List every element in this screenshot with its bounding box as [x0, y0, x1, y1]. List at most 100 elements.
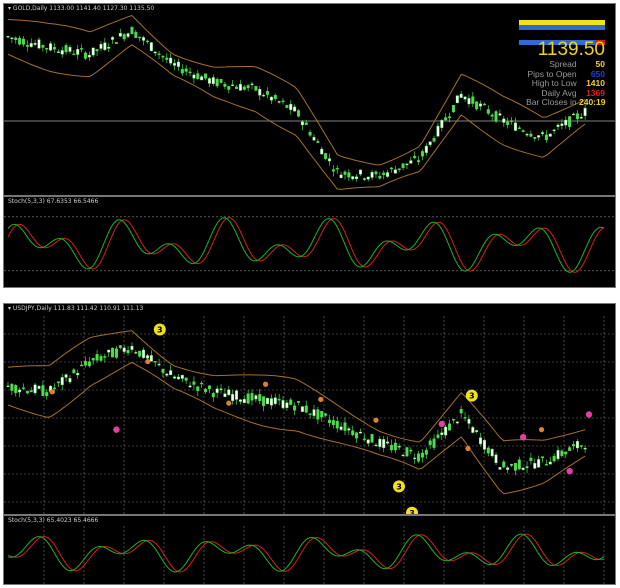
candle	[432, 438, 436, 448]
candle	[246, 85, 250, 89]
candle	[258, 88, 262, 96]
candle	[273, 94, 277, 100]
candle	[471, 96, 475, 104]
candle	[432, 138, 436, 142]
candle	[537, 459, 541, 468]
candle	[513, 463, 517, 471]
candle	[424, 449, 428, 455]
candle	[506, 121, 510, 125]
candle	[451, 419, 455, 421]
candle	[157, 363, 161, 366]
candle	[64, 374, 68, 378]
candle	[235, 86, 239, 89]
candle	[83, 52, 87, 59]
candle	[362, 438, 366, 440]
candle	[211, 393, 215, 398]
candle	[355, 176, 359, 180]
candle	[215, 388, 219, 393]
candle	[37, 385, 41, 389]
candle	[10, 37, 14, 39]
candle	[114, 42, 118, 44]
candle	[568, 447, 572, 451]
candle	[327, 419, 331, 424]
candle	[87, 361, 91, 367]
gold-chart-panel[interactable]: ▾ GOLD,Daily 1133.00 1141.40 1127.30 113…	[3, 3, 616, 196]
candle	[343, 171, 347, 175]
swing-marker	[262, 381, 269, 387]
candle	[145, 355, 149, 359]
stochastic-main-line	[7, 533, 605, 573]
candle	[331, 169, 335, 172]
reversal-marker	[519, 433, 527, 441]
candle	[556, 450, 560, 460]
swing-marker	[49, 389, 55, 395]
candle	[579, 116, 583, 119]
candle	[91, 47, 95, 56]
candle	[568, 116, 572, 127]
candle	[219, 388, 223, 390]
candle	[242, 86, 246, 90]
candle	[293, 106, 297, 112]
candle	[169, 57, 173, 64]
candle	[378, 438, 382, 447]
candle	[231, 394, 235, 402]
candle	[134, 31, 138, 38]
candle	[138, 36, 142, 39]
candle	[95, 354, 99, 361]
candle	[420, 452, 424, 458]
candle	[14, 37, 18, 40]
candle	[506, 467, 510, 470]
candle	[335, 167, 339, 170]
candle	[517, 459, 521, 470]
candle	[176, 376, 180, 380]
yellow-signal-label: 3	[396, 482, 402, 491]
candle	[76, 373, 80, 376]
candle	[459, 93, 463, 98]
candle	[33, 43, 37, 45]
candle	[409, 449, 413, 452]
candle	[122, 34, 126, 40]
gold-stochastic-panel[interactable]: Stoch(5,3,3) 67.6353 66.5466	[3, 196, 616, 288]
candle	[285, 402, 289, 408]
candle	[440, 432, 444, 436]
candle	[401, 163, 405, 169]
candle	[560, 450, 564, 456]
candle	[428, 141, 432, 145]
candle	[269, 398, 273, 406]
candle	[165, 57, 169, 60]
candle	[223, 393, 227, 398]
candle	[413, 457, 417, 460]
candle	[355, 432, 359, 439]
candle	[21, 38, 25, 45]
candle	[374, 444, 378, 447]
candle	[510, 120, 514, 122]
candle	[289, 399, 293, 405]
candle	[161, 55, 165, 58]
candle	[173, 63, 177, 66]
usdjpy-stochastic-panel[interactable]: Stoch(5,3,3) 65.4023 65.4666	[3, 515, 616, 585]
candle	[327, 158, 331, 162]
candle	[347, 428, 351, 431]
candle	[490, 449, 494, 457]
candle	[471, 427, 475, 433]
candle	[250, 393, 254, 401]
candle	[541, 132, 545, 134]
candle	[335, 420, 339, 429]
candle	[374, 171, 378, 175]
candle	[444, 426, 448, 436]
candle	[308, 413, 312, 415]
usdjpy-stochastic-header: Stoch(5,3,3) 65.4023 65.4666	[8, 517, 99, 524]
candle	[64, 45, 68, 53]
candle	[80, 48, 84, 50]
candle	[87, 55, 91, 58]
candle	[130, 345, 134, 350]
candle	[60, 377, 64, 386]
usdjpy-chart-panel[interactable]: 3 3 3 3 ▾ USDJPY,Daily 111.83 111.42 110.91…	[3, 303, 616, 515]
candle	[277, 398, 281, 401]
swing-marker	[465, 445, 471, 452]
candle	[266, 91, 270, 95]
candle	[18, 389, 22, 393]
candle	[196, 73, 200, 80]
swing-marker	[145, 358, 151, 365]
candle	[153, 51, 157, 54]
